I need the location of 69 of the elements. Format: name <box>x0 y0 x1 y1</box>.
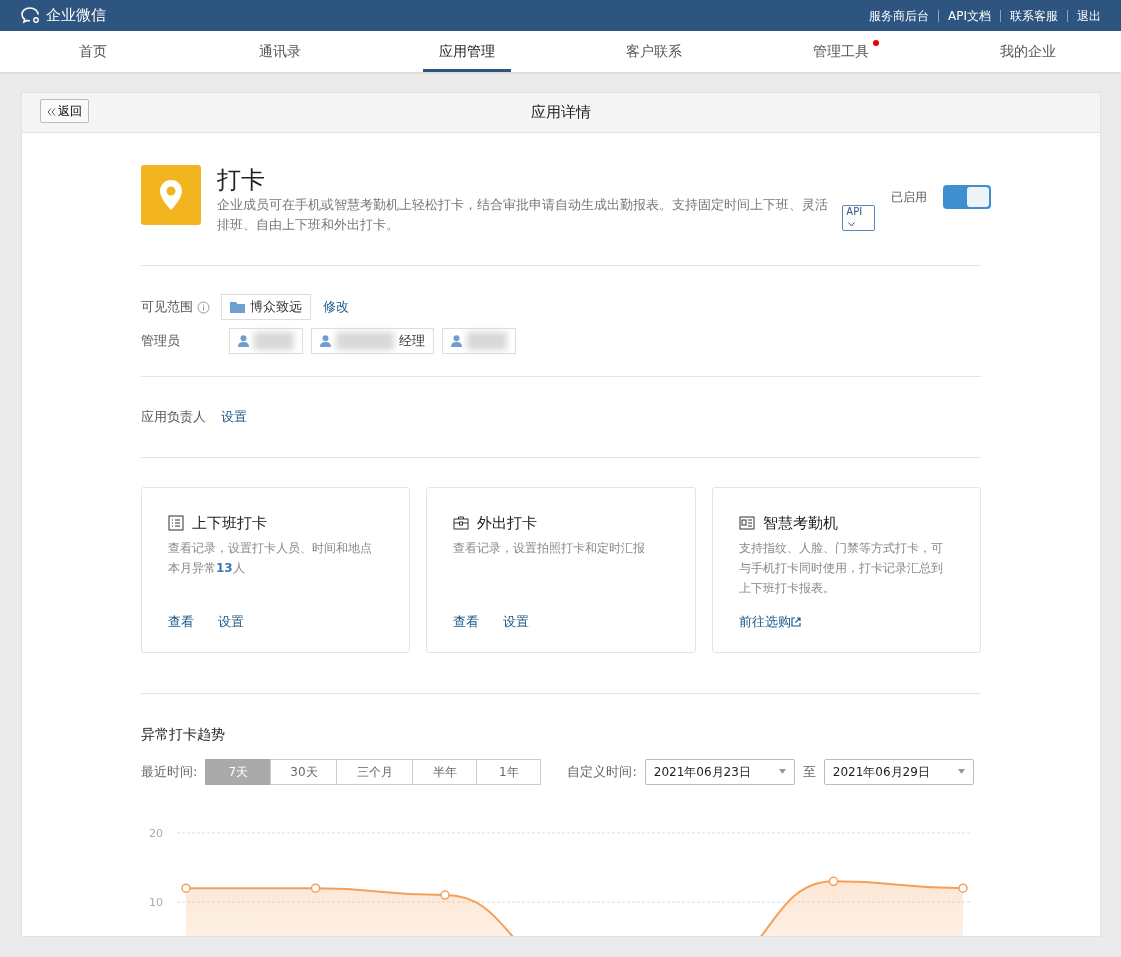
person-icon <box>320 335 331 347</box>
field-label: 可见范围 <box>141 298 193 317</box>
section-title: 异常打卡趋势 <box>141 724 226 744</box>
card-link[interactable]: 前往选购 <box>738 612 801 632</box>
api-dropdown[interactable]: API <box>842 205 875 231</box>
nav-tab[interactable]: 应用管理 <box>423 31 512 72</box>
field-label: 应用负责人 <box>141 408 207 426</box>
status-label: 已启用 <box>890 189 927 206</box>
person-icon <box>238 335 249 347</box>
caret-icon <box>957 769 965 774</box>
info-icon[interactable] <box>197 300 210 314</box>
folder-icon <box>230 301 245 313</box>
double-chevron-icon <box>47 107 56 116</box>
external-link-icon <box>790 616 801 627</box>
device-icon <box>738 514 755 531</box>
range-tab[interactable]: 1年 <box>476 758 542 785</box>
range-label: 最近时间: <box>141 762 198 781</box>
topbar-link[interactable]: 联系客服 <box>1010 6 1058 25</box>
range-tab[interactable]: 三个月 <box>336 758 414 785</box>
card-description: 查看记录，设置打卡人员、时间和地点 <box>168 540 373 557</box>
person-icon <box>451 335 462 347</box>
to-label: 至 <box>802 762 816 781</box>
nav-tab[interactable]: 我的企业 <box>983 31 1072 72</box>
custom-range-label: 自定义时间: <box>567 762 637 781</box>
nav-tab[interactable]: 管理工具 <box>796 31 885 72</box>
card-description: 查看记录，设置拍照打卡和定时汇报 <box>453 540 647 557</box>
topbar-link[interactable]: 退出 <box>1077 6 1101 25</box>
app-name: 打卡 <box>217 165 266 195</box>
card-title: 上下班打卡 <box>192 512 267 534</box>
app-icon <box>141 165 201 225</box>
nav-tab[interactable]: 客户联系 <box>609 31 698 72</box>
caret-icon <box>778 769 786 774</box>
card-link[interactable]: 设置 <box>218 612 244 632</box>
card-title: 外出打卡 <box>477 512 538 534</box>
data-point <box>958 882 968 893</box>
topbar-link[interactable]: 服务商后台 <box>869 6 929 25</box>
set-link[interactable]: 设置 <box>221 407 247 427</box>
card-link[interactable]: 查看 <box>168 612 194 632</box>
edit-link[interactable]: 修改 <box>319 297 349 317</box>
card-description: 支持指纹、人脸、门禁等方式打卡，可与手机打卡同时使用，打卡记录汇总到上下班打卡报表。 <box>738 540 944 597</box>
field-label: 管理员 <box>141 332 181 351</box>
card-description: 本月异常13人 <box>168 560 246 577</box>
card-link[interactable]: 设置 <box>503 612 530 632</box>
range-tab[interactable]: 半年 <box>412 758 478 785</box>
data-point <box>181 882 191 893</box>
logo-icon <box>20 5 42 26</box>
nav-tab[interactable]: 通讯录 <box>243 31 318 72</box>
date-dropdown[interactable]: 2021年06月23日 <box>644 758 795 785</box>
list-icon <box>168 514 184 531</box>
app-description: 企业成员可在手机或智慧考勤机上轻松打卡，结合审批申请自动生成出勤报表。支持固定时间上下班、灵活排班、自由上下班和外出打卡。 <box>217 196 829 234</box>
axis-tick-label: 20 <box>149 826 163 840</box>
data-point <box>310 882 321 893</box>
chevron-down-icon <box>848 221 856 227</box>
admin-chip: 经理 <box>311 328 434 354</box>
logo-text: 企业微信 <box>46 5 106 27</box>
nav-tab[interactable]: 首页 <box>63 31 124 72</box>
card-title: 智慧考勤机 <box>762 512 838 534</box>
briefcase-icon <box>453 514 470 531</box>
date-dropdown[interactable]: 2021年06月29日 <box>823 758 974 785</box>
data-point <box>440 889 450 900</box>
back-button[interactable]: 返回 <box>40 99 89 123</box>
axis-tick-label: 10 <box>149 895 163 909</box>
panel-title: 应用详情 <box>531 102 591 124</box>
topbar-link[interactable]: API文档 <box>948 6 991 25</box>
range-tab[interactable]: 30天 <box>270 758 338 785</box>
data-point <box>828 876 839 886</box>
toggle-switch[interactable] <box>942 185 991 209</box>
department-chip: 博众致远 <box>221 294 311 320</box>
card-link[interactable]: 查看 <box>453 612 480 632</box>
